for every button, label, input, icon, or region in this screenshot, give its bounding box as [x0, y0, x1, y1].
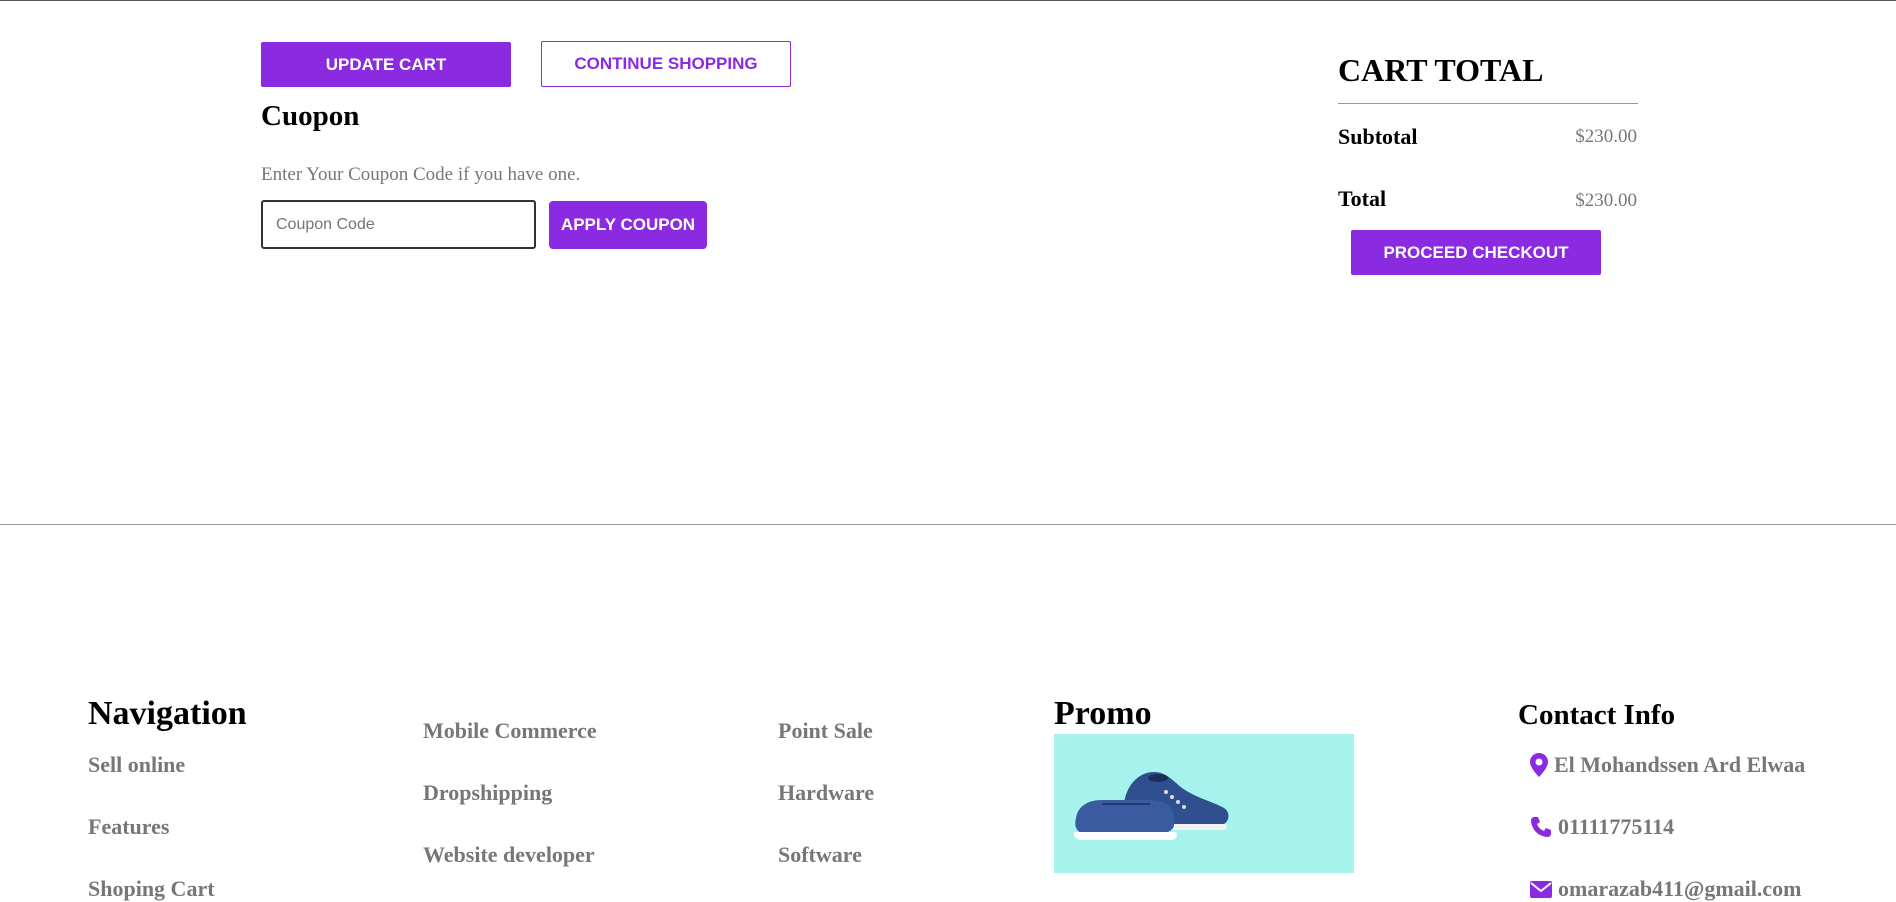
footer-contact-heading: Contact Info	[1518, 699, 1676, 731]
sneaker-image-icon	[1073, 772, 1229, 840]
footer-link-shopping-cart[interactable]: Shoping Cart	[88, 876, 215, 902]
top-divider	[0, 0, 1896, 1]
apply-coupon-button[interactable]: APPLY COUPON	[549, 201, 707, 249]
total-value: $230.00	[1575, 190, 1637, 211]
proceed-checkout-button[interactable]: PROCEED CHECKOUT	[1351, 230, 1601, 275]
footer-link-software[interactable]: Software	[778, 842, 862, 868]
total-label: Total	[1338, 186, 1387, 211]
footer-link-mobile-commerce[interactable]: Mobile Commerce	[423, 718, 597, 744]
footer-link-dropshipping[interactable]: Dropshipping	[423, 780, 552, 806]
promo-image[interactable]	[1054, 734, 1354, 873]
coupon-code-input[interactable]	[261, 200, 536, 249]
phone-icon	[1531, 817, 1551, 837]
footer-link-point-sale[interactable]: Point Sale	[778, 718, 873, 744]
envelope-icon	[1530, 880, 1552, 898]
cart-total-divider	[1338, 103, 1638, 104]
coupon-title: Cuopon	[261, 100, 360, 132]
subtotal-value: $230.00	[1575, 126, 1637, 147]
map-pin-icon	[1530, 753, 1548, 777]
cart-total-title: CART TOTAL	[1338, 52, 1544, 88]
footer-navigation-heading: Navigation	[88, 695, 247, 732]
footer-promo-heading: Promo	[1054, 695, 1152, 732]
coupon-description: Enter Your Coupon Code if you have one.	[261, 164, 581, 185]
subtotal-label: Subtotal	[1338, 124, 1418, 149]
contact-phone-text: 01111775114	[1558, 814, 1675, 839]
contact-address-text: El Mohandssen Ard Elwaa	[1554, 752, 1806, 777]
contact-address: El Mohandssen Ard Elwaa	[1530, 752, 1805, 778]
footer-link-features[interactable]: Features	[88, 814, 169, 840]
section-divider	[0, 524, 1896, 525]
contact-email: omarazab411@gmail.com	[1530, 876, 1801, 902]
footer-link-sell-online[interactable]: Sell online	[88, 752, 185, 778]
footer-link-website-developer[interactable]: Website developer	[423, 842, 595, 868]
footer-link-hardware[interactable]: Hardware	[778, 780, 874, 806]
contact-email-text: omarazab411@gmail.com	[1558, 876, 1802, 901]
continue-shopping-button[interactable]: CONTINUE SHOPPING	[541, 41, 791, 87]
update-cart-button[interactable]: UPDATE CART	[261, 42, 511, 87]
contact-phone: 01111775114	[1530, 814, 1674, 840]
